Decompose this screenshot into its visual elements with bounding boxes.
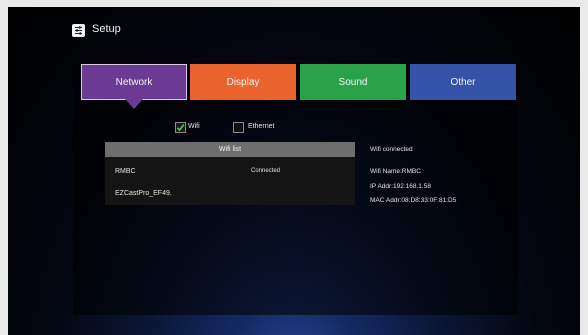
wifi-ssid: RMBC (115, 168, 136, 175)
wifi-checkbox-label: Wifi (188, 123, 200, 130)
checkmark-icon (176, 124, 185, 132)
wifi-checkbox[interactable] (175, 122, 186, 133)
connection-status-text: Wifi connected (370, 146, 413, 153)
wifi-name-text: Wifi Name:RMBC (370, 168, 421, 175)
ethernet-checkbox-label: Ethernet (248, 123, 275, 130)
selected-tab-pointer (125, 99, 143, 109)
wifi-list-title: Wifi list (218, 146, 242, 153)
tab-network-label: Network (115, 76, 153, 88)
wifi-list: RMBC Connected EZCastPro_EF49. (105, 157, 355, 205)
page-title: Setup (92, 23, 121, 35)
tab-sound-label: Sound (338, 76, 368, 88)
settings-sliders-icon (72, 24, 85, 37)
tab-other[interactable]: Other (410, 64, 516, 100)
tab-other-label: Other (450, 76, 476, 88)
wifi-list-header: Wifi list (105, 142, 355, 157)
tab-display-label: Display (226, 76, 260, 88)
ethernet-checkbox[interactable] (233, 122, 244, 133)
wifi-ssid: EZCastPro_EF49. (115, 190, 172, 197)
tab-display[interactable]: Display (190, 64, 296, 100)
tab-network[interactable]: Network (81, 64, 187, 100)
ip-address-text: IP Addr:192.168.1.58 (370, 183, 431, 190)
tab-sound[interactable]: Sound (300, 64, 406, 100)
mac-address-text: MAC Addr:08:D8:33:0F:81:D5 (370, 197, 457, 204)
wifi-connection-status: Connected (251, 168, 281, 174)
